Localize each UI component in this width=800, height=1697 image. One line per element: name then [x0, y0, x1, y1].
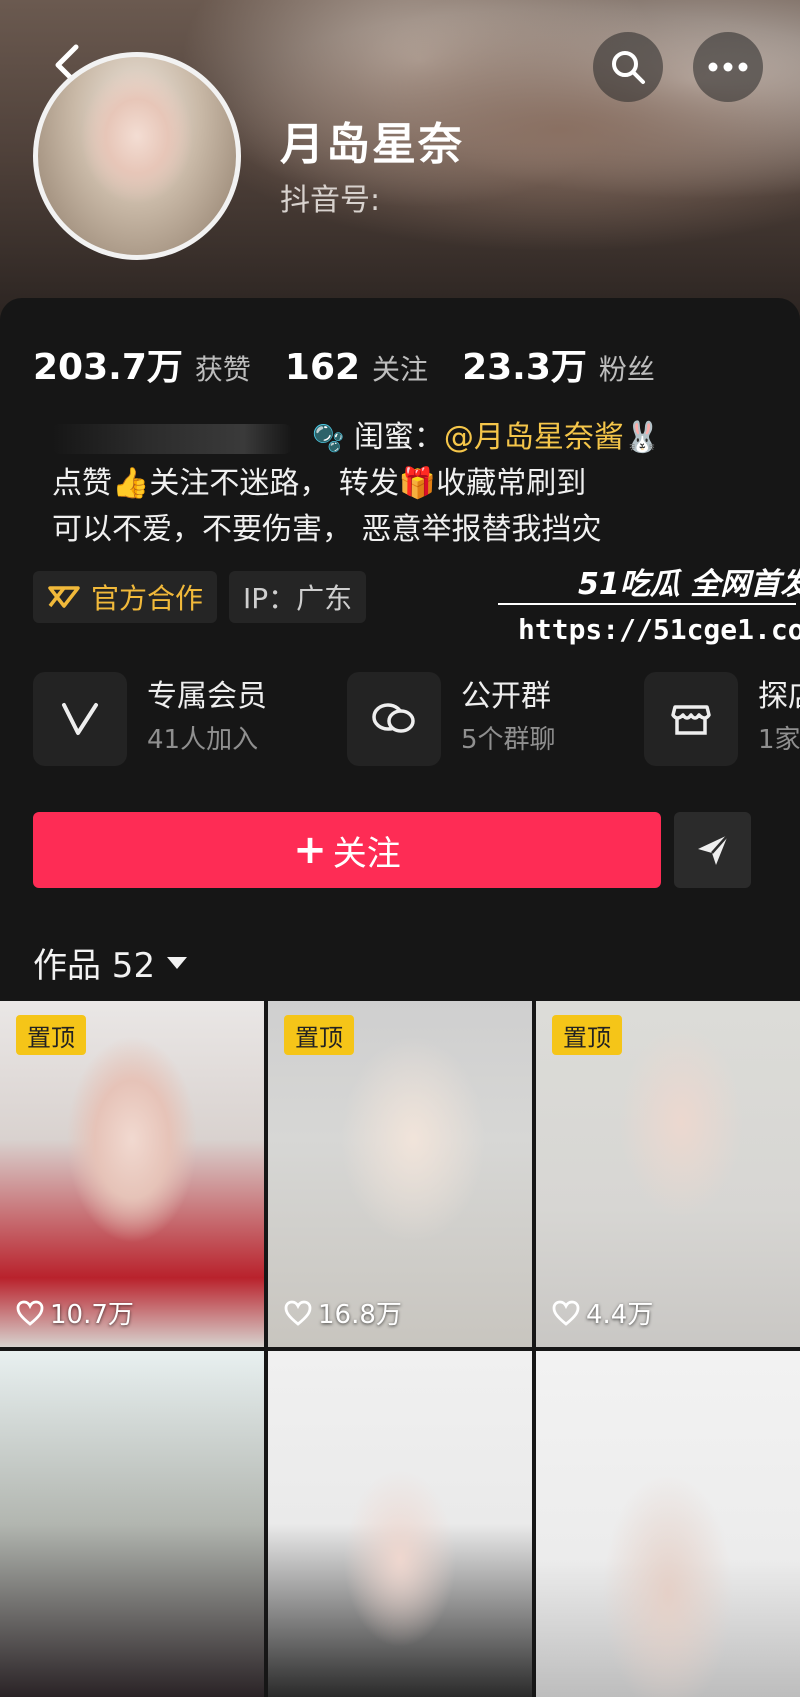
follow-label: 关注 — [332, 833, 401, 874]
search-icon — [612, 51, 645, 84]
rabbit-icon: 🐰 — [623, 420, 662, 455]
douyin-id-label: 抖音号: — [280, 183, 381, 218]
username: 月岛星奈 — [280, 119, 464, 170]
watermark-brand: 51吃瓜 全网首发 — [578, 567, 800, 602]
following-label: 关注 — [372, 353, 429, 386]
follow-button[interactable]: + 关注 — [33, 812, 661, 888]
bio-line-3: 可以不爱，不要伤害， 恶意举报替我挡灾 — [52, 512, 602, 547]
like-count: 4.4万 — [552, 1294, 653, 1331]
bubble-icon: 🫧 — [312, 424, 345, 454]
like-count-value: 4.4万 — [586, 1300, 654, 1330]
plus-icon: + — [293, 827, 327, 873]
video-thumbnail[interactable] — [536, 1351, 800, 1697]
feature-store-title: 探店 — [758, 679, 800, 714]
official-cooperation-tag[interactable]: 官方合作 — [33, 571, 218, 623]
feature-store-sub: 1家 — [758, 725, 800, 755]
ip-location-label: IP：广东 — [243, 582, 353, 615]
heart-icon — [16, 1300, 44, 1326]
watermark: 51吃瓜 全网首发 https://51cge1.com — [498, 555, 800, 655]
video-thumbnail[interactable]: 置顶 16.8万 — [268, 1001, 532, 1347]
blurred-text — [52, 423, 292, 454]
bio-line-1: 🫧 闺蜜：@月岛星奈酱🐰 — [52, 415, 661, 461]
likes-label: 获赞 — [194, 353, 251, 386]
feature-vip-sub: 41人加入 — [147, 725, 259, 755]
heart-icon — [552, 1300, 580, 1326]
watermark-divider — [498, 603, 796, 605]
bio: 🫧 闺蜜：@月岛星奈酱🐰 点赞👍关注不迷路， 转发🎁收藏常刷到 可以不爱，不要伤… — [52, 415, 661, 553]
stats-row: 203.7万 获赞 162 关注 23.3万 粉丝 — [33, 338, 689, 390]
video-thumbnail[interactable] — [268, 1351, 532, 1697]
caret-down-icon — [167, 956, 188, 969]
works-tab[interactable]: 作品 52 — [33, 938, 189, 987]
feature-group-title: 公开群 — [461, 679, 551, 714]
like-count-value: 10.7万 — [50, 1300, 134, 1330]
heart-icon — [284, 1300, 312, 1326]
send-icon — [697, 834, 729, 865]
works-label: 作品 52 — [33, 946, 156, 986]
chat-icon — [347, 672, 441, 766]
like-count-value: 16.8万 — [318, 1300, 402, 1330]
mention-link[interactable]: @月岛星奈酱 — [444, 420, 624, 455]
followers-count[interactable]: 23.3万 — [462, 338, 587, 390]
official-cooperation-label: 官方合作 — [91, 582, 204, 615]
avatar[interactable] — [33, 52, 241, 260]
feature-vip-title: 专属会员 — [147, 679, 267, 714]
works-grid: 置顶 10.7万 置顶 16.8万 置顶 4.4万 — [0, 1001, 800, 1697]
more-icon — [708, 62, 748, 72]
followers-label: 粉丝 — [598, 353, 655, 386]
official-icon — [48, 586, 80, 608]
more-button[interactable] — [693, 32, 763, 102]
search-button[interactable] — [593, 32, 663, 102]
feature-vip[interactable]: 专属会员 41人加入 — [33, 670, 267, 768]
feature-group-chat[interactable]: 公开群 5个群聊 — [347, 670, 556, 768]
like-count: 16.8万 — [284, 1294, 402, 1331]
watermark-url: https://51cge1.com — [518, 613, 800, 646]
video-thumbnail[interactable]: 置顶 10.7万 — [0, 1001, 264, 1347]
pinned-badge: 置顶 — [16, 1015, 86, 1055]
feature-row: 专属会员 41人加入 公开群 5个群聊 探店 1家 — [33, 670, 800, 770]
feature-group-sub: 5个群聊 — [461, 725, 556, 755]
bio-bestie-label: 闺蜜： — [353, 420, 444, 455]
likes-count[interactable]: 203.7万 — [33, 338, 183, 390]
following-count[interactable]: 162 — [285, 347, 360, 388]
vip-icon — [33, 672, 127, 766]
tag-row: 官方合作 IP：广东 — [33, 571, 367, 623]
bio-line-2: 点赞👍关注不迷路， 转发🎁收藏常刷到 — [52, 466, 587, 501]
pinned-badge: 置顶 — [284, 1015, 354, 1055]
share-button[interactable] — [674, 812, 751, 888]
like-count: 10.7万 — [16, 1294, 134, 1331]
feature-store[interactable]: 探店 1家 — [644, 670, 800, 768]
store-icon — [644, 672, 738, 766]
ip-location-tag: IP：广东 — [229, 571, 367, 623]
video-thumbnail[interactable]: 置顶 4.4万 — [536, 1001, 800, 1347]
video-thumbnail[interactable] — [0, 1351, 264, 1697]
pinned-badge: 置顶 — [552, 1015, 622, 1055]
